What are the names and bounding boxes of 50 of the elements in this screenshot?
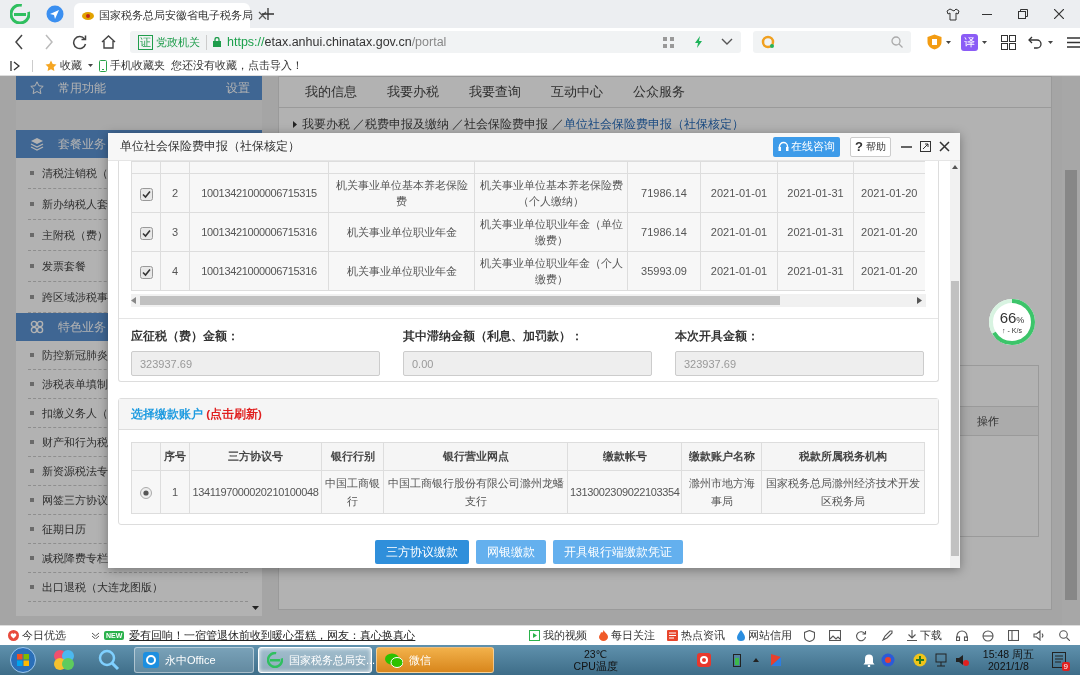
- table-cell: 中国工商银行股份有限公司滁州龙蟠支行: [383, 470, 568, 514]
- column-header: 税款所属税务机构: [761, 442, 925, 471]
- section-title: 常用功能: [58, 80, 106, 96]
- section-title: 套餐业务: [58, 136, 106, 152]
- table-cell: 10013421000006715316: [189, 251, 329, 291]
- table-cell: 中国工商银行: [321, 470, 384, 514]
- table-cell: 2021-01-31: [777, 251, 854, 291]
- usage-percent: 66%: [999, 310, 1025, 325]
- table-cell: 2021-01-31: [777, 173, 854, 213]
- table-cell: 机关事业单位基本养老保险费: [328, 173, 475, 213]
- table-cell: 71986.14: [627, 212, 701, 252]
- notification-badge: 9: [1061, 662, 1070, 671]
- table-cell: 机关事业单位职业年金（个人缴费）: [474, 251, 628, 291]
- dialog-title: 单位社会保险费申报（社保核定）: [120, 138, 301, 155]
- table-cell: 2021-01-20: [853, 251, 925, 291]
- field-label: 其中滞纳金额（利息、加罚款）：: [403, 329, 584, 344]
- table-cell: 机关事业单位基本养老保险费（个人缴纳）: [474, 173, 628, 213]
- panel-title: 选择缴款账户 (点击刷新): [131, 406, 262, 422]
- table-cell: 2021-01-01: [700, 212, 778, 252]
- field-label: 应征税（费）金额：: [131, 329, 240, 344]
- amount-field: 0.00: [403, 351, 652, 376]
- column-header: 缴款帐号: [567, 442, 682, 471]
- table-cell: 滁州市地方海事局: [681, 470, 762, 514]
- table-cell: 2021-01-31: [777, 212, 854, 252]
- column-header: 序号: [160, 442, 190, 471]
- table-cell: 机关事业单位职业年金（单位缴费）: [474, 212, 628, 252]
- table-cell: 71986.14: [627, 173, 701, 213]
- table-cell: 2021-01-20: [853, 212, 925, 252]
- cpu-temperature: 23℃ CPU温度: [573, 648, 618, 672]
- column-header: 缴款账户名称: [681, 442, 762, 471]
- amount-field: 323937.69: [675, 351, 924, 376]
- field-label: 本次开具金额：: [675, 329, 760, 344]
- table-cell: 1341197000020210100048: [189, 470, 322, 514]
- government-badge: 证 党政机关: [138, 34, 207, 50]
- column-header: 银行营业网点: [383, 442, 568, 471]
- amount-field: 323937.69: [131, 351, 380, 376]
- table-cell: 机关事业单位职业年金: [328, 251, 475, 291]
- table-cell: 2021-01-01: [700, 251, 778, 291]
- column-header: 三方协议号: [189, 442, 322, 471]
- column-header: 操作: [976, 413, 1000, 429]
- table-cell: 国家税务总局滁州经济技术开发区税务局: [761, 470, 925, 514]
- table-cell: 1313002309022103354: [567, 470, 682, 514]
- table-cell: 10013421000006715315: [189, 173, 329, 213]
- table-cell: 10013421000006715316: [189, 212, 329, 252]
- table-cell: 35993.09: [627, 251, 701, 291]
- column-header: 银行行别: [321, 442, 384, 471]
- table-cell: 机关事业单位职业年金: [328, 212, 475, 252]
- section-title: 特色业务: [58, 319, 106, 335]
- table-cell: 2021-01-01: [700, 173, 778, 213]
- table-cell: 2021-01-20: [853, 173, 925, 213]
